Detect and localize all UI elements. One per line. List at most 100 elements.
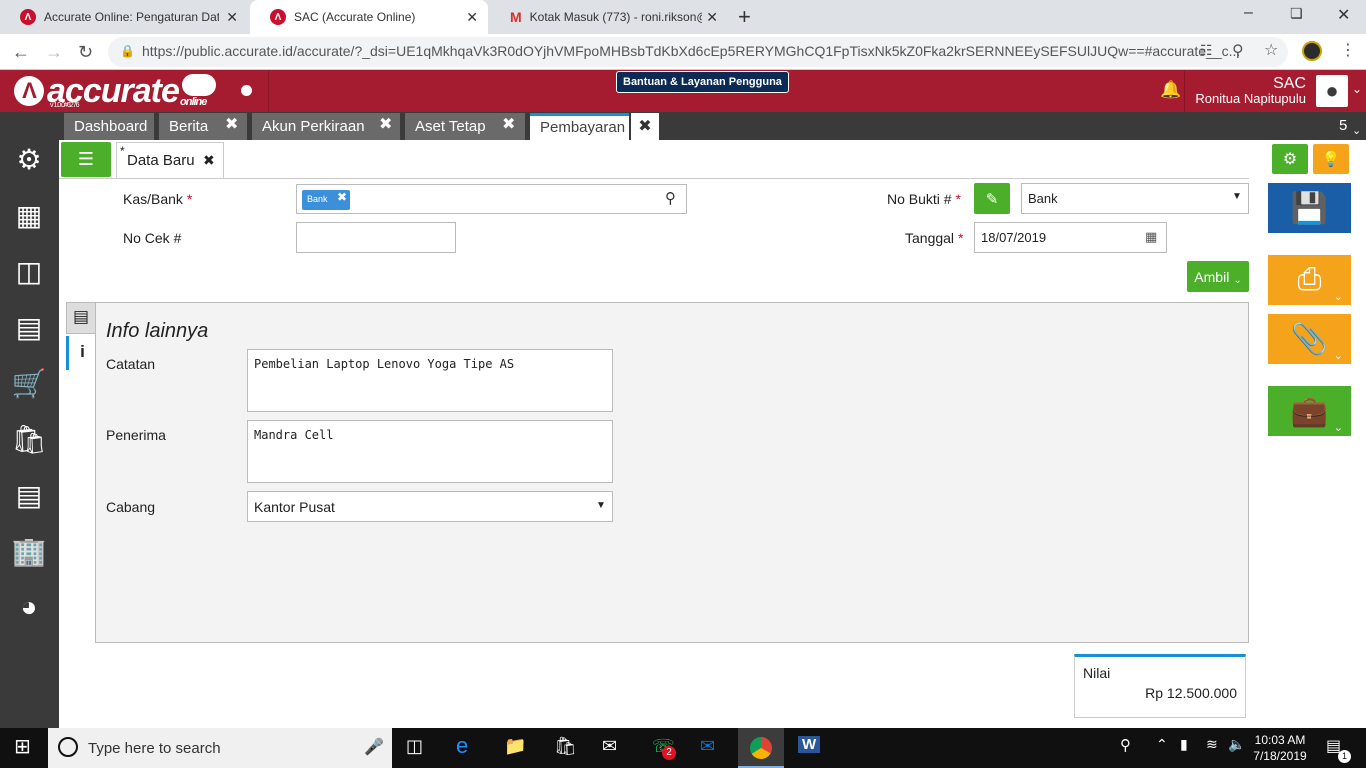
save-button[interactable]: 💾 bbox=[1268, 183, 1351, 233]
cabang-select[interactable]: Kantor Pusat ▼ bbox=[247, 491, 613, 522]
no-bukti-type-select[interactable]: Bank ▼ bbox=[1021, 183, 1249, 214]
no-bukti-label: No Bukti # * bbox=[887, 191, 961, 207]
windows-start-icon[interactable]: ⊞ bbox=[14, 734, 31, 759]
penerima-textarea[interactable]: Mandra Cell bbox=[247, 420, 613, 483]
taskbar-search-box[interactable]: Type here to search 🎤 bbox=[48, 728, 392, 768]
people-icon[interactable]: ⚲ bbox=[1120, 736, 1131, 754]
calendar-icon[interactable]: ▦ bbox=[1145, 229, 1157, 245]
wifi-icon[interactable]: ≋ bbox=[1206, 736, 1218, 753]
close-icon[interactable]: ✕ bbox=[466, 9, 478, 26]
battery-icon[interactable]: ▮ bbox=[1180, 736, 1188, 753]
edge-icon[interactable]: e bbox=[456, 733, 468, 759]
zoom-icon[interactable]: ⚲ bbox=[1232, 41, 1244, 61]
panel-title: Info lainnya bbox=[106, 320, 209, 342]
bookmark-star-icon[interactable]: ☆ bbox=[1264, 40, 1278, 60]
chevron-down-icon[interactable]: ⌄ bbox=[1352, 124, 1361, 137]
window-close-icon[interactable]: ✕ bbox=[1337, 5, 1350, 25]
tanggal-input[interactable]: 18/07/2019 ▦ bbox=[974, 222, 1167, 253]
browser-tab-1[interactable]: Λ Accurate Online: Pengaturan Dat ✕ bbox=[0, 0, 248, 34]
browser-menu-icon[interactable]: ⋮ bbox=[1340, 40, 1356, 60]
shopping-cart-icon[interactable]: 🛒 bbox=[10, 364, 48, 402]
chrome-taskbar-item[interactable] bbox=[738, 728, 784, 768]
close-icon[interactable]: ✕ bbox=[226, 9, 238, 26]
ambil-button[interactable]: Ambil ⌄ bbox=[1187, 261, 1249, 292]
store-icon[interactable]: 🛍 bbox=[554, 736, 577, 757]
tools-button[interactable]: 💼 ⌄ bbox=[1268, 386, 1351, 436]
fixed-assets-icon[interactable]: 🏢 bbox=[10, 532, 48, 570]
date-value: 18/07/2019 bbox=[981, 230, 1047, 245]
tab-label: Aset Tetap bbox=[415, 118, 486, 135]
nilai-label: Nilai bbox=[1083, 665, 1111, 681]
select-value: Kantor Pusat bbox=[254, 499, 335, 515]
sales-bag-icon[interactable]: 🛍 bbox=[10, 420, 48, 458]
chevron-down-icon: ⌄ bbox=[1333, 350, 1343, 362]
settings-gear-icon[interactable]: ⚙ bbox=[10, 140, 48, 178]
close-icon[interactable]: ✖ bbox=[631, 113, 659, 140]
list-view-button[interactable]: ☰ bbox=[61, 142, 111, 177]
help-button[interactable]: Bantuan & Layanan Pengguna bbox=[616, 71, 789, 93]
cash-bank-icon[interactable]: ▤ bbox=[10, 308, 48, 346]
modules-grid-icon[interactable]: ▦ bbox=[10, 196, 48, 234]
word-icon[interactable]: W bbox=[798, 736, 821, 753]
notification-count: 1 bbox=[1338, 750, 1351, 763]
edit-number-button[interactable]: ✎ bbox=[974, 183, 1010, 214]
close-icon[interactable]: ✖ bbox=[203, 152, 215, 169]
print-button[interactable]: ⎙ ⌄ bbox=[1268, 255, 1351, 305]
address-bar-row: ← → ↻ 🔒 https://public.accurate.id/accur… bbox=[0, 34, 1366, 70]
kas-bank-field[interactable]: Bank ✖ ⚲ bbox=[296, 184, 687, 214]
no-cek-input[interactable] bbox=[296, 222, 456, 253]
forward-icon[interactable]: → bbox=[45, 42, 63, 63]
logo-sub: online bbox=[180, 96, 207, 108]
accurate-logo[interactable]: Λaccurate online v 1.0.0#6276 bbox=[14, 72, 216, 111]
notification-bell-icon[interactable]: 🔔 bbox=[1160, 80, 1181, 100]
back-icon[interactable]: ← bbox=[12, 42, 30, 63]
tab-akun-perkiraan[interactable]: Akun Perkiraan bbox=[252, 113, 400, 140]
browser-tab-title: Accurate Online: Pengaturan Dat bbox=[44, 10, 219, 24]
reload-icon[interactable]: ↻ bbox=[78, 42, 93, 63]
microphone-icon[interactable]: 🎤 bbox=[364, 737, 384, 757]
user-avatar-icon[interactable]: ● bbox=[1316, 75, 1348, 107]
form-settings-button[interactable]: ⚙ bbox=[1272, 144, 1308, 174]
close-icon[interactable]: ✖ bbox=[502, 114, 515, 134]
outlook-icon[interactable]: ✉ bbox=[700, 736, 715, 757]
tab-count[interactable]: 5 bbox=[1339, 117, 1347, 134]
info-tab-icon[interactable]: i bbox=[66, 336, 96, 370]
gmail-icon: M bbox=[510, 9, 522, 25]
search-placeholder: Type here to search bbox=[88, 740, 221, 757]
subtab-label: Data Baru bbox=[127, 152, 195, 169]
volume-muted-icon[interactable]: 🔈 bbox=[1228, 736, 1245, 753]
attachment-button[interactable]: 📎 ⌄ bbox=[1268, 314, 1351, 364]
subtab-data-baru[interactable]: * Data Baru ✖ bbox=[116, 142, 224, 178]
minimize-icon[interactable]: – bbox=[1244, 4, 1253, 22]
url-input[interactable]: 🔒 https://public.accurate.id/accurate/?_… bbox=[108, 37, 1288, 67]
chevron-down-icon: ⌄ bbox=[1333, 422, 1343, 434]
remove-tag-icon[interactable]: ✖ bbox=[337, 190, 347, 204]
chevron-down-icon[interactable]: ⌄ bbox=[1352, 82, 1362, 96]
search-icon[interactable]: ⚲ bbox=[665, 189, 676, 207]
tab-dashboard[interactable]: Dashboard bbox=[64, 113, 154, 140]
inventory-cabinet-icon[interactable]: ▤ bbox=[10, 476, 48, 514]
ledger-book-icon[interactable]: ◫ bbox=[10, 252, 48, 290]
close-icon[interactable]: ✕ bbox=[706, 9, 718, 26]
chevron-up-icon[interactable]: ⌃ bbox=[1156, 736, 1168, 753]
clock[interactable]: 10:03 AM 7/18/2019 bbox=[1248, 732, 1312, 764]
profile-avatar[interactable] bbox=[1302, 41, 1322, 61]
tab-pembayaran[interactable]: Pembayaran bbox=[530, 113, 629, 140]
close-icon[interactable]: ✖ bbox=[379, 114, 392, 134]
browser-tab-3[interactable]: M Kotak Masuk (773) - roni.rikson@ ✕ bbox=[490, 0, 728, 34]
detail-tab-icon[interactable]: ▤ bbox=[66, 302, 96, 334]
status-dot-icon[interactable] bbox=[241, 85, 252, 96]
browser-tab-2[interactable]: Λ SAC (Accurate Online) ✕ bbox=[250, 0, 488, 34]
close-icon[interactable]: ✖ bbox=[225, 114, 238, 134]
reports-pie-icon[interactable]: ◕ bbox=[10, 588, 48, 626]
task-view-icon[interactable]: ◫ bbox=[406, 736, 423, 757]
new-tab-icon[interactable]: + bbox=[738, 4, 751, 30]
file-explorer-icon[interactable]: 📁 bbox=[504, 736, 526, 757]
translate-icon[interactable]: ☷ bbox=[1200, 42, 1213, 59]
tips-button[interactable]: 💡 bbox=[1313, 144, 1349, 174]
mail-icon[interactable]: ✉ bbox=[602, 736, 617, 757]
restore-icon[interactable]: ❏ bbox=[1290, 5, 1303, 22]
chevron-down-icon: ⌄ bbox=[1233, 275, 1242, 286]
user-info[interactable]: SAC Ronitua Napitupulu bbox=[1195, 76, 1306, 107]
catatan-textarea[interactable]: Pembelian Laptop Lenovo Yoga Tipe AS bbox=[247, 349, 613, 412]
